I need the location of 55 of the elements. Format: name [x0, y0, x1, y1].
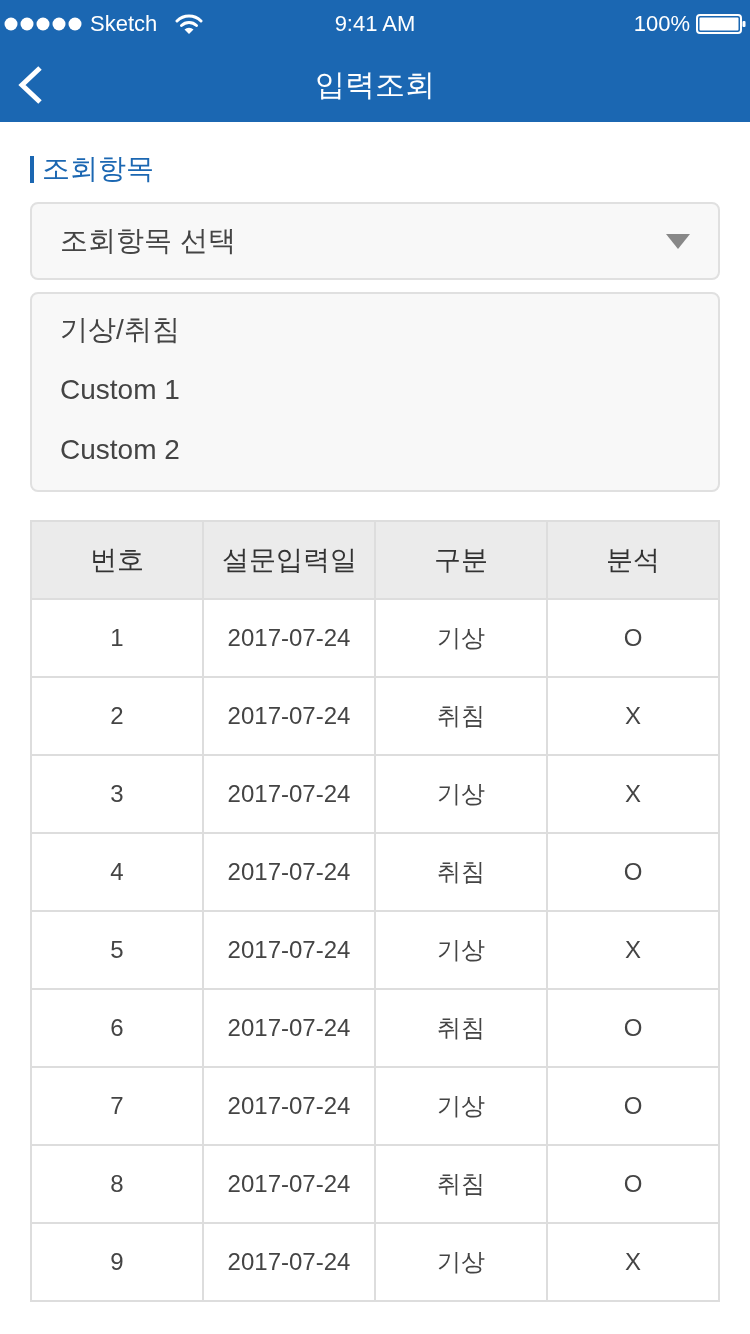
table-cell: 8: [31, 1145, 203, 1223]
screen-title: 입력조회: [315, 70, 435, 100]
table-cell: 기상: [375, 1067, 547, 1145]
table-cell: 2017-07-24: [203, 989, 375, 1067]
table-cell: 기상: [375, 911, 547, 989]
table-cell: O: [547, 599, 719, 677]
column-header: 설문입력일: [203, 521, 375, 599]
dropdown-triangle-icon: [666, 233, 690, 249]
table-cell: 취침: [375, 1145, 547, 1223]
table-cell: O: [547, 1067, 719, 1145]
back-chevron-icon: [16, 65, 44, 105]
table-cell: 4: [31, 833, 203, 911]
table-cell: X: [547, 755, 719, 833]
table-cell: 2017-07-24: [203, 677, 375, 755]
table-cell: 7: [31, 1067, 203, 1145]
table-cell: 1: [31, 599, 203, 677]
battery-percent: 100%: [633, 13, 690, 35]
table-cell: O: [547, 833, 719, 911]
column-header: 분석: [547, 521, 719, 599]
table-cell: 2: [31, 677, 203, 755]
table-cell: 2017-07-24: [203, 1145, 375, 1223]
table-cell: 2017-07-24: [203, 1223, 375, 1301]
table-cell: 기상: [375, 755, 547, 833]
table-cell: 9: [31, 1223, 203, 1301]
table-cell: O: [547, 989, 719, 1067]
table-cell: 취침: [375, 989, 547, 1067]
table-cell: 3: [31, 755, 203, 833]
table-cell: 취침: [375, 677, 547, 755]
dropdown-option[interactable]: Custom 1: [32, 360, 718, 420]
section-title: 조회항목: [42, 155, 154, 183]
table-cell: 6: [31, 989, 203, 1067]
table-cell: 기상: [375, 599, 547, 677]
table-cell: 2017-07-24: [203, 755, 375, 833]
table-cell: 취침: [375, 833, 547, 911]
battery-icon: [696, 14, 746, 34]
column-header: 구분: [375, 521, 547, 599]
table-cell: X: [547, 677, 719, 755]
wifi-icon: [175, 14, 204, 34]
select-dropdown[interactable]: 조회항목 선택: [30, 202, 720, 280]
table-cell: 2017-07-24: [203, 911, 375, 989]
dropdown-option[interactable]: 기상/취침: [32, 300, 718, 360]
clock-time: 9:41 AM: [334, 13, 416, 35]
column-header: 번호: [31, 521, 203, 599]
table-cell: 기상: [375, 1223, 547, 1301]
dropdown-option[interactable]: Custom 2: [32, 420, 718, 480]
table-cell: 2017-07-24: [203, 833, 375, 911]
table-cell: 2017-07-24: [203, 1067, 375, 1145]
section-accent-bar: [30, 155, 34, 183]
table-cell: O: [547, 1145, 719, 1223]
table-cell: 2017-07-24: [203, 599, 375, 677]
carrier-name: Sketch: [90, 13, 158, 35]
signal-icon: [4, 17, 84, 31]
table-cell: X: [547, 1223, 719, 1301]
table-cell: X: [547, 911, 719, 989]
table-cell: 5: [31, 911, 203, 989]
